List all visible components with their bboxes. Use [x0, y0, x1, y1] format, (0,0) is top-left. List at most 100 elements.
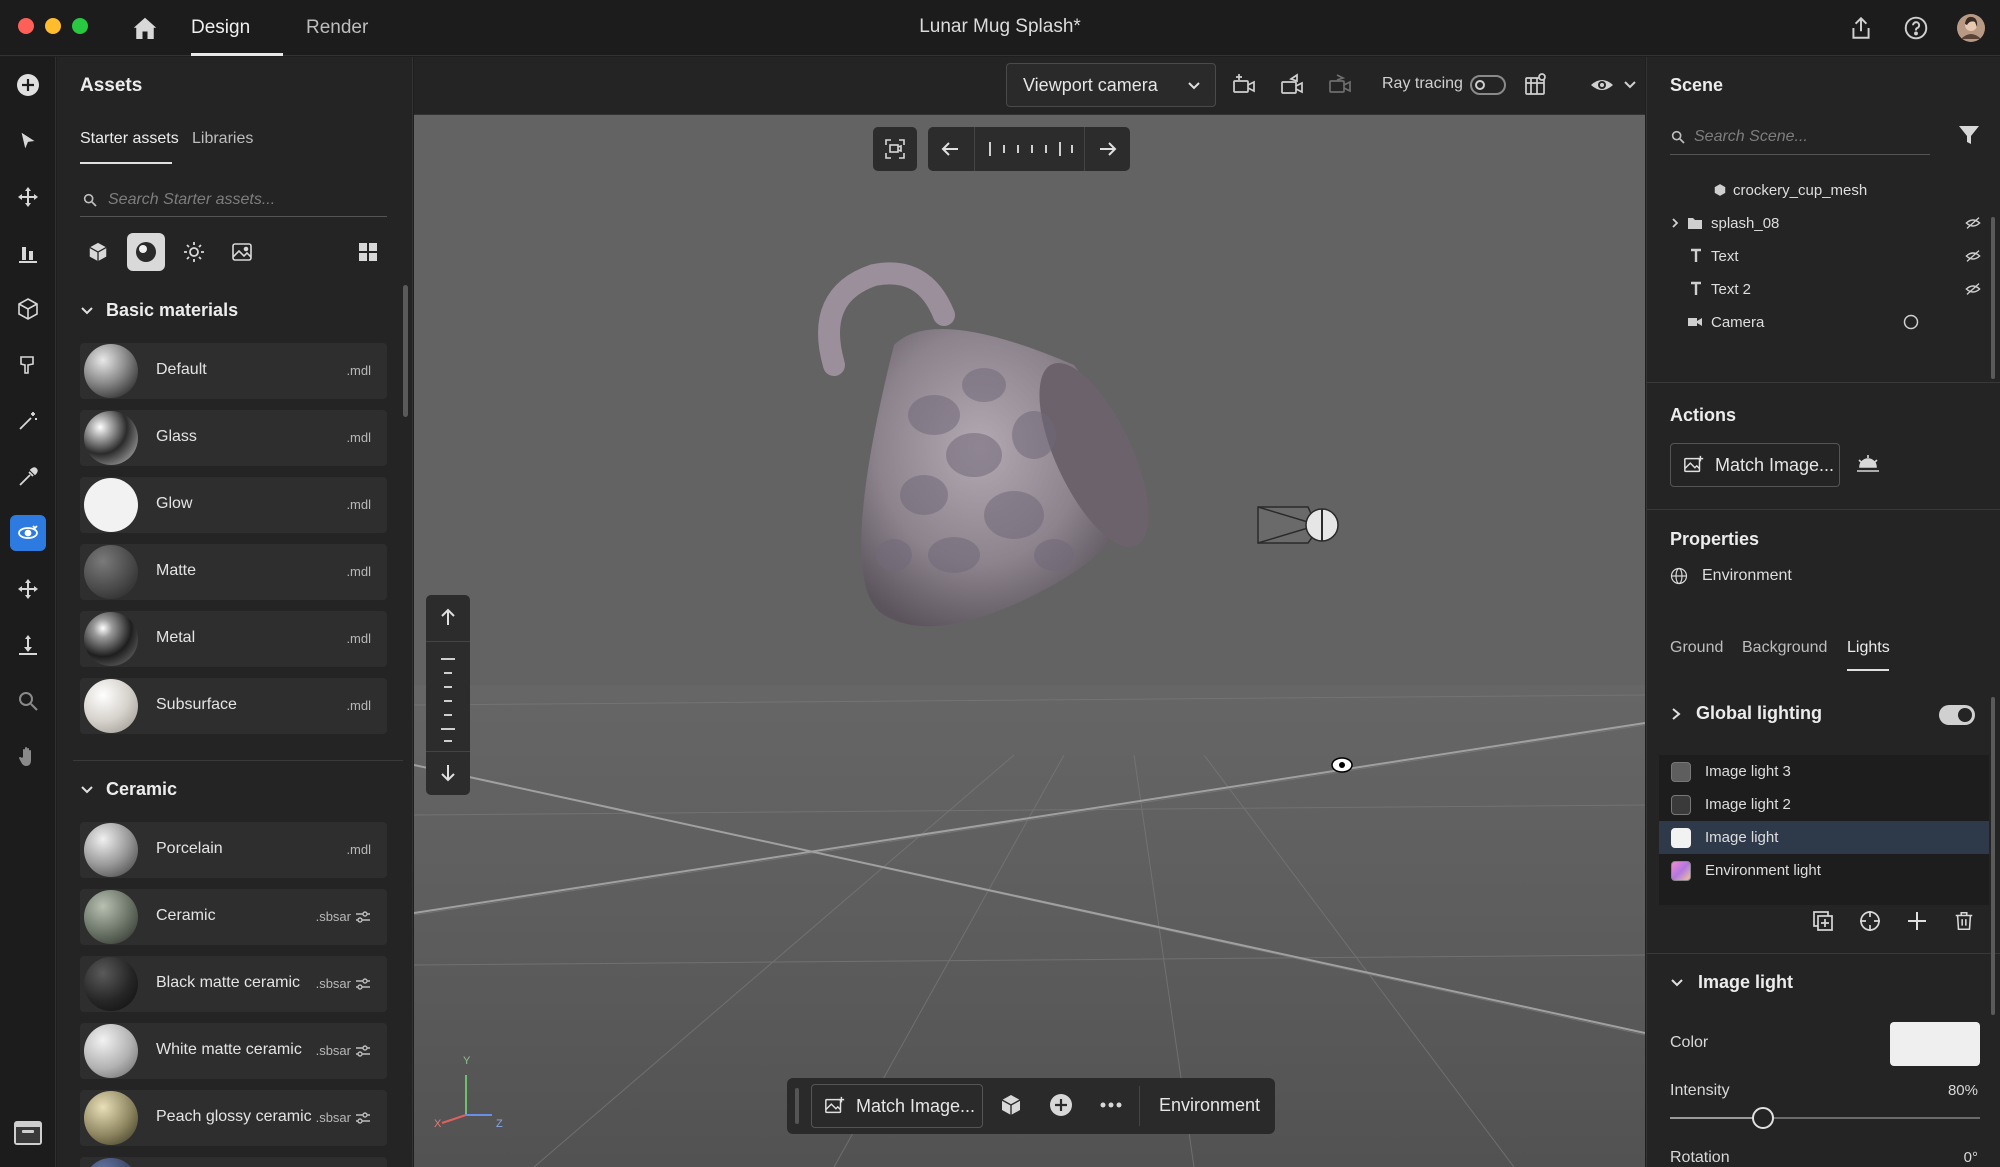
render-quality-icon[interactable] — [1519, 69, 1551, 101]
history-scrubber[interactable] — [986, 139, 1076, 159]
camera-disabled-icon[interactable] — [1324, 69, 1356, 101]
scene-canvas[interactable]: Y X Z Match Image... Environment — [414, 115, 1645, 1167]
tab-lights[interactable]: Lights — [1847, 639, 1890, 657]
lights-icon[interactable] — [175, 233, 213, 271]
material-next-partial[interactable] — [80, 1157, 387, 1167]
assets-scrollbar[interactable] — [403, 285, 408, 417]
material-peach-glossy-ceramic[interactable]: Peach glossy ceramic .sbsar — [80, 1090, 387, 1146]
tab-ground[interactable]: Ground — [1670, 639, 1723, 657]
minimize-window-button[interactable] — [45, 18, 61, 34]
scene-item-splash-08[interactable]: splash_08 — [1647, 208, 1981, 238]
tab-background[interactable]: Background — [1742, 639, 1827, 657]
orbit-icon[interactable] — [10, 515, 46, 551]
global-lighting-toggle[interactable] — [1939, 705, 1975, 725]
material-glow[interactable]: Glow .mdl — [80, 477, 387, 533]
material-subsurface[interactable]: Subsurface .mdl — [80, 678, 387, 734]
arrow-down-icon[interactable] — [436, 761, 460, 785]
chevron-down-icon[interactable] — [1614, 69, 1645, 101]
light-item-image-light-2[interactable]: Image light 2 — [1659, 788, 1989, 821]
tab-libraries[interactable]: Libraries — [192, 130, 253, 148]
add-camera-icon[interactable] — [1228, 69, 1260, 101]
asset-search-input[interactable]: Search Starter assets... — [80, 183, 387, 217]
more-icon[interactable] — [1099, 1093, 1123, 1117]
light-item-image-light[interactable]: Image light — [1659, 821, 1989, 854]
models-icon[interactable] — [79, 233, 117, 271]
scene-item-text[interactable]: Text — [1647, 241, 1981, 271]
eye-hidden-icon[interactable] — [1965, 216, 1981, 230]
material-default[interactable]: Default .mdl — [80, 343, 387, 399]
scene-item-crockery-cup-mesh[interactable]: crockery_cup_mesh — [1647, 175, 1977, 205]
material-ceramic[interactable]: Ceramic .sbsar — [80, 889, 387, 945]
drag-handle[interactable] — [795, 1088, 799, 1124]
tab-starter-assets[interactable]: Starter assets — [80, 130, 179, 148]
material-white-matte-ceramic[interactable]: White matte ceramic .sbsar — [80, 1023, 387, 1079]
home-icon[interactable] — [130, 14, 160, 44]
dolly-scrubber[interactable] — [438, 655, 458, 745]
hand-icon[interactable] — [10, 739, 46, 775]
intensity-slider-track[interactable] — [1670, 1117, 1980, 1119]
light-item-image-light-3[interactable]: Image light 3 — [1659, 755, 1989, 788]
magic-wand-icon[interactable] — [10, 403, 46, 439]
paint-icon[interactable] — [10, 347, 46, 383]
materials-icon[interactable] — [127, 233, 165, 271]
trash-icon[interactable] — [1950, 907, 1978, 935]
drop-to-ground-icon[interactable] — [10, 627, 46, 663]
material-black-matte-ceramic[interactable]: Black matte ceramic .sbsar — [80, 956, 387, 1012]
model-icon[interactable] — [999, 1093, 1023, 1117]
active-camera-radio[interactable] — [1903, 314, 1919, 330]
archive-icon[interactable] — [10, 1115, 46, 1151]
arrow-left-icon[interactable] — [938, 137, 962, 161]
eyedropper-icon[interactable] — [10, 459, 46, 495]
image-light-section-header[interactable]: Image light — [1670, 972, 1793, 993]
grid-view-icon[interactable] — [349, 233, 387, 271]
model-icon[interactable] — [10, 291, 46, 327]
maximize-window-button[interactable] — [72, 18, 88, 34]
intensity-slider-handle[interactable] — [1752, 1107, 1774, 1129]
target-icon[interactable] — [1856, 907, 1884, 935]
environment-button[interactable]: Environment — [1159, 1095, 1260, 1116]
scene-scrollbar[interactable] — [1991, 217, 1995, 379]
color-swatch[interactable] — [1890, 1022, 1980, 1066]
camera-share-icon[interactable] — [1276, 69, 1308, 101]
section-ceramic[interactable]: Ceramic — [80, 779, 177, 800]
match-image-action-button[interactable]: Match Image... — [1670, 443, 1840, 487]
select-icon[interactable] — [10, 123, 46, 159]
ray-tracing-toggle[interactable] — [1470, 75, 1506, 95]
global-lighting-header[interactable]: Global lighting — [1670, 703, 1822, 724]
material-glass[interactable]: Glass .mdl — [80, 410, 387, 466]
pan-icon[interactable] — [10, 571, 46, 607]
add-icon[interactable] — [10, 67, 46, 103]
arrow-up-icon[interactable] — [436, 605, 460, 629]
sunset-icon[interactable] — [1855, 453, 1881, 477]
help-icon[interactable] — [1900, 12, 1932, 44]
viewport[interactable]: Viewport camera Ray tracing Y X Z Match … — [414, 57, 1645, 1167]
scene-search-input[interactable]: Search Scene... — [1670, 119, 1930, 155]
zoom-icon[interactable] — [10, 683, 46, 719]
scene-item-text-2[interactable]: Text 2 — [1647, 274, 1981, 304]
move-icon[interactable] — [10, 179, 46, 215]
light-item-environment-light[interactable]: Environment light — [1659, 854, 1989, 887]
tab-render[interactable]: Render — [306, 17, 368, 39]
images-icon[interactable] — [223, 233, 261, 271]
share-icon[interactable] — [1845, 12, 1877, 44]
material-porcelain[interactable]: Porcelain .mdl — [80, 822, 387, 878]
add-light-icon[interactable] — [1903, 907, 1931, 935]
camera-select[interactable]: Viewport camera — [1006, 63, 1216, 107]
arrow-right-icon[interactable] — [1096, 137, 1120, 161]
close-window-button[interactable] — [18, 18, 34, 34]
tab-design[interactable]: Design — [191, 17, 250, 39]
material-metal[interactable]: Metal .mdl — [80, 611, 387, 667]
eye-hidden-icon[interactable] — [1965, 282, 1981, 296]
chevron-right-icon[interactable] — [1669, 217, 1681, 229]
avatar[interactable] — [1955, 12, 1987, 44]
align-icon[interactable] — [10, 235, 46, 271]
filter-icon[interactable] — [1957, 123, 1981, 147]
section-basic-materials[interactable]: Basic materials — [80, 300, 238, 321]
match-image-button[interactable]: Match Image... — [811, 1084, 983, 1128]
duplicate-light-icon[interactable] — [1809, 907, 1837, 935]
scene-item-camera[interactable]: Camera — [1647, 307, 1977, 337]
eye-hidden-icon[interactable] — [1965, 249, 1981, 263]
properties-scrollbar[interactable] — [1991, 697, 1995, 1015]
frame-selection-icon[interactable] — [873, 127, 917, 171]
material-matte[interactable]: Matte .mdl — [80, 544, 387, 600]
